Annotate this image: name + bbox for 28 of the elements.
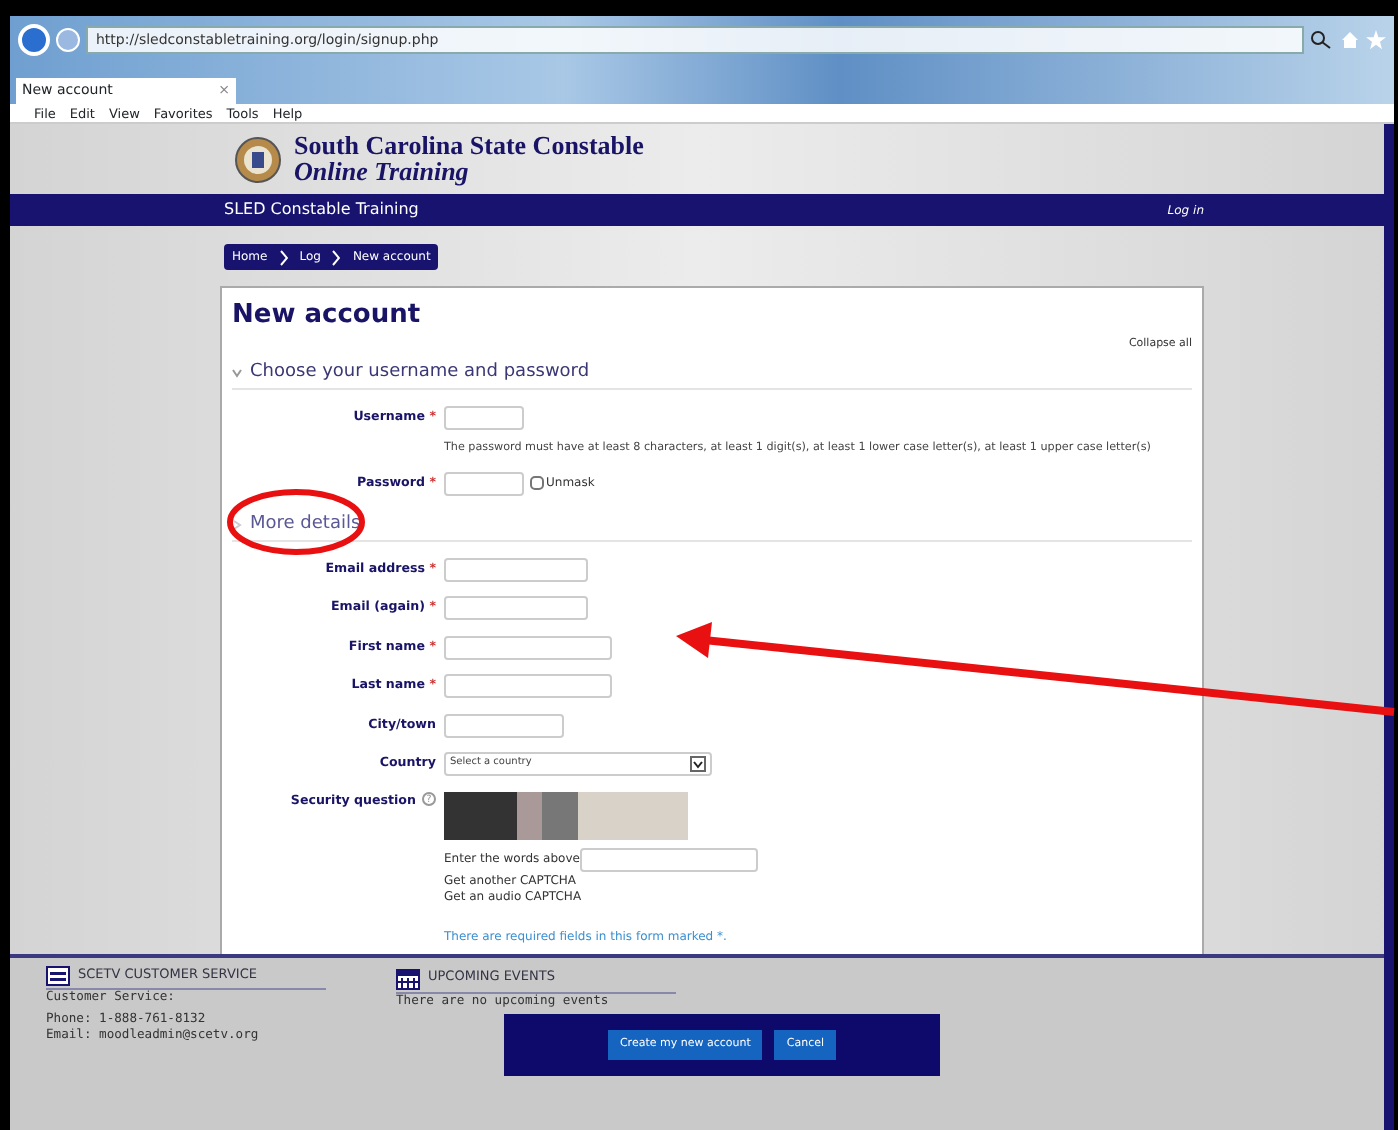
site-brand[interactable]: SLED Constable Training xyxy=(224,198,419,222)
checkbox[interactable] xyxy=(530,476,544,491)
input-field[interactable] xyxy=(444,635,612,660)
input-field[interactable] xyxy=(444,674,612,699)
input-field[interactable] xyxy=(444,405,524,430)
site-subtitle: Online Training xyxy=(294,158,471,184)
chevron-icon xyxy=(279,249,288,265)
input-field[interactable] xyxy=(444,596,588,621)
seal-logo xyxy=(234,135,282,183)
chevron-icon xyxy=(332,249,341,265)
input-field[interactable] xyxy=(444,713,564,738)
input-field[interactable] xyxy=(444,471,524,496)
input-field[interactable] xyxy=(444,557,588,582)
site-title: South Carolina State Constable xyxy=(294,134,644,158)
caret-icon[interactable] xyxy=(690,756,706,773)
chevron-icon[interactable] xyxy=(232,519,242,530)
search-icon[interactable] xyxy=(1310,30,1334,50)
form-icon xyxy=(46,966,70,986)
page-heading: New account xyxy=(232,298,423,334)
forward-icon[interactable] xyxy=(56,28,80,52)
back-icon[interactable] xyxy=(18,24,50,56)
star-icon[interactable] xyxy=(1366,30,1386,50)
scrollbar[interactable] xyxy=(1384,124,1394,1130)
home-icon[interactable] xyxy=(1340,30,1360,50)
section-header[interactable]: Choose your username and password xyxy=(250,359,590,387)
chevron-icon[interactable] xyxy=(232,368,242,378)
calendar-icon xyxy=(396,966,420,990)
captcha-input-field[interactable] xyxy=(579,847,758,872)
